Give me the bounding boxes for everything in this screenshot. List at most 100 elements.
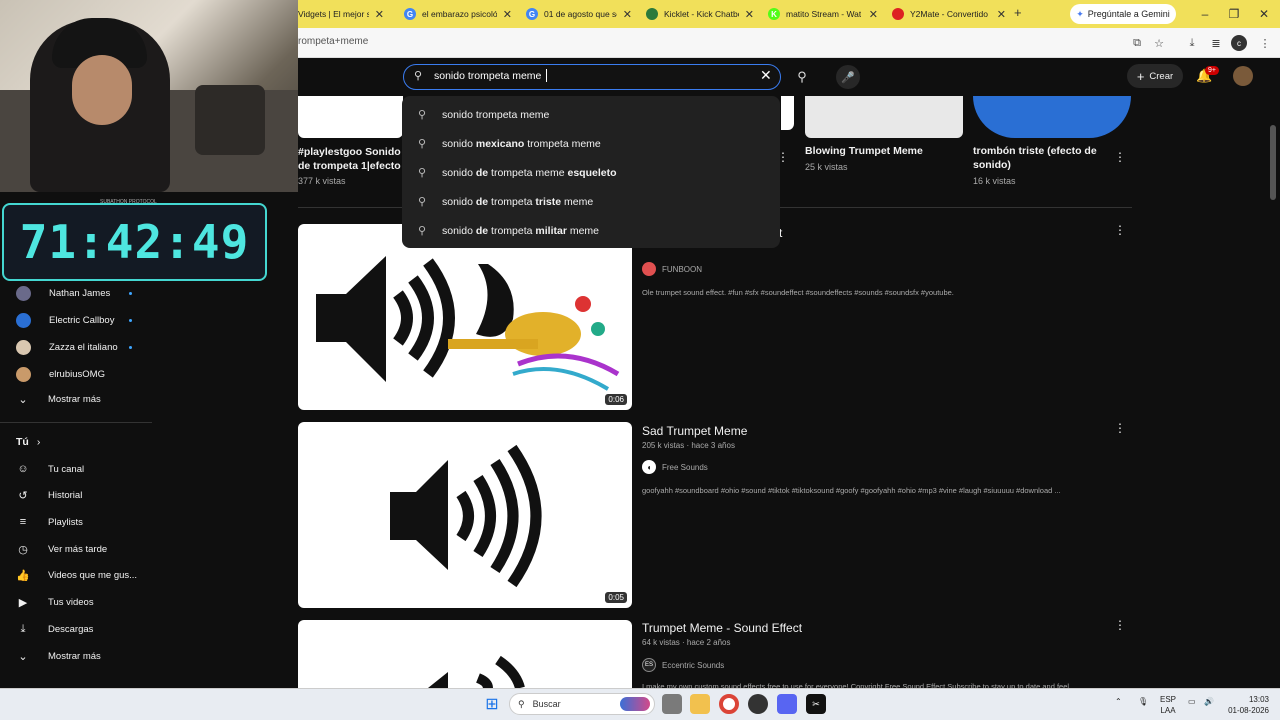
show-more-you[interactable]: ⌄ Mostrar más bbox=[16, 643, 100, 669]
video-description: goofyahh #soundboard #ohio #sound #tikto… bbox=[642, 486, 1061, 495]
clear-search-icon[interactable]: ✕ bbox=[760, 67, 772, 84]
sidebar-item[interactable]: 👍 Videos que me gus... bbox=[16, 563, 137, 589]
search-suggestion[interactable]: ⚲ sonido de trompeta militar meme bbox=[402, 216, 780, 245]
short-thumbnail[interactable] bbox=[805, 96, 963, 138]
more-icon[interactable]: ⋮ bbox=[1114, 150, 1126, 164]
capcut-icon[interactable]: ✂ bbox=[806, 694, 826, 714]
search-suggestion[interactable]: ⚲ sonido de trompeta triste meme bbox=[402, 187, 780, 216]
minimize-icon[interactable]: – bbox=[1195, 4, 1215, 24]
browser-tab[interactable]: Gel embarazo psicológ ✕ bbox=[398, 0, 516, 28]
obs-icon[interactable] bbox=[748, 694, 768, 714]
scrollbar[interactable] bbox=[1270, 125, 1276, 200]
subscription-name: Electric Callboy bbox=[49, 314, 115, 326]
search-button[interactable]: ⚲ bbox=[790, 64, 814, 90]
video-thumbnail[interactable] bbox=[298, 620, 632, 688]
show-more-subscriptions[interactable]: ⌄ Mostrar más bbox=[16, 386, 100, 412]
sidebar-subscription[interactable]: elrubiusOMG bbox=[16, 361, 105, 387]
sidebar-item[interactable]: ▶ Tus videos bbox=[16, 590, 94, 616]
cast-icon[interactable]: ⧉ bbox=[1128, 34, 1146, 52]
video-title[interactable]: Sad Trumpet Meme bbox=[642, 424, 747, 438]
mic-icon[interactable]: 🎤 bbox=[836, 65, 860, 89]
menu-icon[interactable]: ⋮ bbox=[1256, 34, 1274, 52]
tray-chevron-icon[interactable]: ⌃ bbox=[1115, 697, 1122, 706]
sidebar-subscription[interactable]: Zazza el italiano bbox=[16, 334, 118, 360]
clock-icon: ◷ bbox=[18, 543, 28, 556]
more-icon[interactable]: ⋮ bbox=[1114, 223, 1126, 237]
discord-icon[interactable] bbox=[777, 694, 797, 714]
network-icon[interactable]: ▭ bbox=[1188, 697, 1196, 706]
star-icon[interactable]: ☆ bbox=[1150, 34, 1168, 52]
tab-close-icon[interactable]: ✕ bbox=[997, 8, 1010, 21]
browser-tab[interactable]: G 01 de agosto que se ✕ bbox=[520, 0, 636, 28]
timer-text: 71:42:49 bbox=[19, 215, 250, 269]
tab-close-icon[interactable]: ✕ bbox=[503, 8, 516, 21]
url-text[interactable]: rompeta+meme bbox=[298, 36, 368, 47]
gemini-button[interactable]: ✦ Pregúntale a Gemini bbox=[1070, 4, 1176, 24]
tab-close-icon[interactable]: ✕ bbox=[375, 8, 388, 21]
create-button[interactable]: + Crear bbox=[1127, 64, 1183, 88]
search-suggestion[interactable]: ⚲ sonido mexicano trompeta meme bbox=[402, 129, 780, 158]
close-window-icon[interactable]: ✕ bbox=[1254, 4, 1274, 24]
sidebar-subscription[interactable]: Electric Callboy bbox=[16, 307, 114, 333]
video-thumbnail[interactable]: 0:06 bbox=[298, 224, 632, 410]
volume-icon[interactable]: 🔊 bbox=[1204, 697, 1214, 706]
sidebar-subscription[interactable]: Nathan James bbox=[16, 280, 110, 306]
channel-link[interactable]: FUNBOON bbox=[642, 262, 702, 276]
short-thumbnail[interactable] bbox=[298, 96, 403, 138]
search-suggestion[interactable]: ⚲ sonido de trompeta meme esqueleto bbox=[402, 158, 780, 187]
channel-link[interactable]: ES Eccentric Sounds bbox=[642, 658, 724, 672]
search-suggestion[interactable]: ⚲ sonido trompeta meme bbox=[402, 100, 780, 129]
tab-close-icon[interactable]: ✕ bbox=[869, 8, 882, 21]
timer-label: SUBATHON PROTOCOL bbox=[100, 199, 157, 205]
browser-tab[interactable]: Kmatito Stream - Wat ✕ bbox=[762, 0, 882, 28]
sidebar-item[interactable]: ☺ Tu canal bbox=[16, 456, 84, 482]
language-indicator[interactable]: ESP LAA bbox=[1160, 694, 1176, 716]
mic-tray-icon[interactable]: 🎙 bbox=[1138, 697, 1148, 706]
channel-avatar: ES bbox=[642, 658, 656, 672]
new-tab-button[interactable]: + bbox=[1014, 5, 1022, 20]
extensions-icon[interactable]: ≣ bbox=[1207, 34, 1225, 52]
browser-tab[interactable]: Y2Mate - Convertido ✕ bbox=[886, 0, 1010, 28]
chevron-right-icon: › bbox=[36, 436, 41, 448]
tab-close-icon[interactable]: ✕ bbox=[623, 8, 636, 21]
browser-tab[interactable]: Vidgets | El mejor so ✕ bbox=[298, 0, 388, 28]
restore-icon[interactable]: ❐ bbox=[1224, 4, 1244, 24]
taskbar-search[interactable]: ⚲ Buscar bbox=[509, 693, 655, 715]
more-icon[interactable]: ⋮ bbox=[1114, 421, 1126, 435]
lang-top: ESP bbox=[1160, 695, 1177, 704]
you-section-header[interactable]: Tú › bbox=[16, 436, 40, 448]
channel-avatar bbox=[16, 339, 31, 355]
short-card[interactable]: Blowing Trumpet Meme 25 k vistas bbox=[805, 144, 955, 172]
sidebar-item[interactable]: ↺ Historial bbox=[16, 483, 82, 509]
video-thumbnail[interactable]: 0:05 bbox=[298, 422, 632, 608]
video-title[interactable]: Trumpet Meme - Sound Effect bbox=[642, 621, 802, 635]
suggestion-text: sonido de trompeta militar meme bbox=[442, 225, 599, 237]
chrome-icon[interactable] bbox=[719, 694, 739, 714]
short-title[interactable]: Blowing Trumpet Meme bbox=[805, 144, 955, 158]
webcam-background bbox=[195, 85, 265, 155]
short-thumbnail[interactable] bbox=[973, 96, 1131, 138]
file-explorer-icon[interactable] bbox=[690, 694, 710, 714]
browser-tab[interactable]: Kicklet - Kick Chatbo ✕ bbox=[640, 0, 758, 28]
short-card[interactable]: trombón triste (efecto de sonido) 16 k v… bbox=[973, 144, 1103, 186]
short-title[interactable]: trombón triste (efecto de sonido) bbox=[973, 144, 1103, 172]
tab-close-icon[interactable]: ✕ bbox=[745, 8, 758, 21]
short-thumbnail[interactable] bbox=[781, 96, 794, 130]
short-card[interactable]: #playlestgoo Sonido de trompeta 1|efecto… bbox=[298, 145, 403, 186]
windows-start-icon[interactable]: ⊞ bbox=[482, 694, 502, 714]
sidebar-item[interactable]: ≡ Playlists bbox=[16, 509, 83, 535]
short-title[interactable]: #playlestgoo Sonido de trompeta 1|efecto… bbox=[298, 145, 403, 173]
task-view-icon[interactable] bbox=[662, 694, 682, 714]
sidebar-item[interactable]: ◷ Ver más tarde bbox=[16, 536, 107, 562]
clock[interactable]: 13:03 01-08-2026 bbox=[1225, 694, 1269, 716]
avatar[interactable] bbox=[1233, 66, 1253, 86]
sidebar-item-label: Playlists bbox=[48, 516, 83, 528]
search-icon: ⚲ bbox=[418, 109, 427, 121]
subscription-name: Zazza el italiano bbox=[49, 341, 118, 353]
channel-link[interactable]: ◖ Free Sounds bbox=[642, 460, 708, 474]
sidebar-item[interactable]: ⤓ Descargas bbox=[16, 616, 94, 642]
profile-icon[interactable]: c bbox=[1231, 35, 1247, 51]
download-icon[interactable]: ⤓ bbox=[1183, 34, 1201, 52]
search-input[interactable]: sonido trompeta meme bbox=[434, 70, 541, 82]
more-icon[interactable]: ⋮ bbox=[1114, 618, 1126, 632]
